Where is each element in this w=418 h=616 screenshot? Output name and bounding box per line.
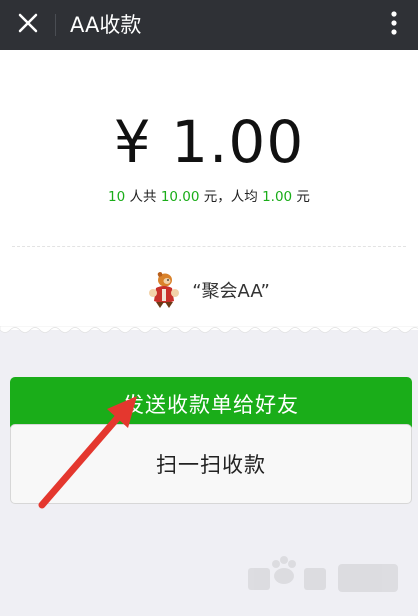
people-count: 10 [108,189,126,205]
top-bar: AA收款 [0,0,418,50]
note-text: “聚会AA” [192,281,270,302]
more-menu-button[interactable] [380,9,408,41]
summary-line: 10 人共 10.00 元，人均 1.00 元 [0,187,418,207]
page-title: AA收款 [70,13,142,37]
close-button[interactable] [12,9,44,41]
more-vertical-icon [390,10,398,40]
baidu-watermark-logo [248,556,398,592]
send-to-friend-button[interactable]: 发送收款单给好友 [10,377,412,431]
receipt-card: ¥ 1.00 10 人共 10.00 元，人均 1.00 元 “聚会AA” [0,50,418,330]
people-label: 人共 [125,189,161,205]
summary-suffix: 元 [292,189,310,205]
header-divider [55,14,56,36]
note-row: “聚会AA” [0,270,418,310]
average-prefix: 元，人均 [199,189,263,205]
amount-display: ¥ 1.00 [113,108,305,176]
scan-to-collect-button[interactable]: 扫一扫收款 [10,424,412,504]
total-amount: 10.00 [160,189,200,205]
cartoon-avatar-icon [148,271,180,309]
close-icon [17,12,39,38]
average-amount: 1.00 [262,189,293,205]
dashed-divider [12,246,406,247]
receipt-wavy-edge [0,326,418,333]
